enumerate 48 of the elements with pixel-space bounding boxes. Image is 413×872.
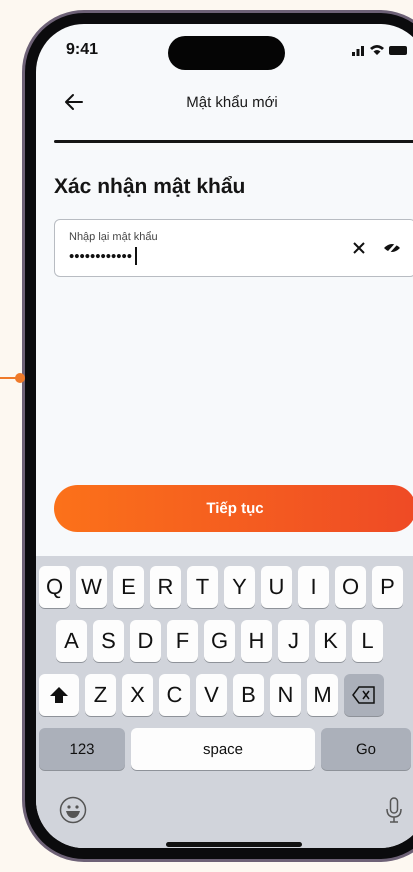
keyboard-key[interactable]: B xyxy=(233,674,264,716)
numbers-key[interactable]: 123 xyxy=(39,728,125,770)
backspace-icon xyxy=(352,686,376,704)
keyboard-key[interactable]: D xyxy=(130,620,161,662)
go-key[interactable]: Go xyxy=(321,728,411,770)
password-value: •••••••••••• xyxy=(69,248,132,264)
eye-slash-icon xyxy=(383,241,401,255)
pointer-dot-drawing xyxy=(0,372,26,384)
page-heading: Xác nhận mật khẩu xyxy=(54,175,246,199)
keyboard-key[interactable]: Z xyxy=(85,674,116,716)
keyboard-key[interactable]: X xyxy=(122,674,153,716)
keyboard-key[interactable]: W xyxy=(76,566,107,608)
visibility-toggle[interactable] xyxy=(383,241,401,255)
keyboard-key[interactable]: A xyxy=(56,620,87,662)
space-key[interactable]: space xyxy=(131,728,315,770)
keyboard-key[interactable]: J xyxy=(278,620,309,662)
shift-key[interactable] xyxy=(39,674,79,716)
keyboard-key[interactable]: N xyxy=(270,674,301,716)
keyboard-key[interactable]: Y xyxy=(224,566,255,608)
keyboard-key[interactable]: L xyxy=(352,620,383,662)
delete-key[interactable] xyxy=(344,674,384,716)
keyboard-key[interactable]: M xyxy=(307,674,338,716)
nav-title: Mật khẩu mới xyxy=(186,94,278,110)
emoji-icon[interactable] xyxy=(59,796,87,824)
clear-button[interactable] xyxy=(353,242,365,254)
keyboard-key[interactable]: O xyxy=(335,566,366,608)
keyboard-key[interactable]: T xyxy=(187,566,218,608)
keyboard-key[interactable]: R xyxy=(150,566,181,608)
keyboard-key[interactable]: E xyxy=(113,566,144,608)
password-field[interactable]: Nhập lại mật khẩu •••••••••••• xyxy=(54,219,413,277)
keyboard-key[interactable]: S xyxy=(93,620,124,662)
keyboard-key[interactable]: P xyxy=(372,566,403,608)
keyboard-key[interactable]: Q xyxy=(39,566,70,608)
shift-icon xyxy=(49,686,69,704)
close-icon xyxy=(353,242,365,254)
status-time: 9:41 xyxy=(66,41,98,59)
keyboard-key[interactable]: U xyxy=(261,566,292,608)
microphone-icon[interactable] xyxy=(386,797,402,823)
keyboard-key[interactable]: C xyxy=(159,674,190,716)
status-icons-drawing xyxy=(352,43,408,57)
field-label: Nhập lại mật khẩu xyxy=(69,231,159,243)
keyboard-key[interactable]: H xyxy=(241,620,272,662)
text-cursor xyxy=(135,247,137,265)
keyboard-key[interactable]: I xyxy=(298,566,329,608)
keyboard-key[interactable]: V xyxy=(196,674,227,716)
keyboard-key[interactable]: F xyxy=(167,620,198,662)
keyboard-key[interactable]: K xyxy=(315,620,346,662)
keyboard-key[interactable]: G xyxy=(204,620,235,662)
